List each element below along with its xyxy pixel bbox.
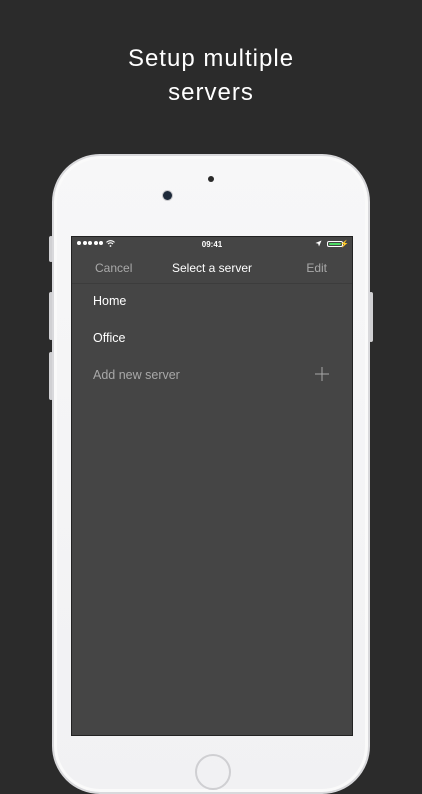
add-server-button[interactable]: Add new server xyxy=(72,358,352,395)
battery-level-fill xyxy=(329,243,341,245)
server-item-label: Office xyxy=(93,331,126,345)
server-list: Home Office Add new server xyxy=(72,284,352,395)
phone-screen: 09:41 ⚡ Cancel Select a server Edit Home… xyxy=(71,236,353,736)
home-button xyxy=(195,754,231,790)
server-item-home[interactable]: Home xyxy=(72,284,352,321)
front-camera xyxy=(163,191,172,200)
promo-headline: Setup multiple servers xyxy=(0,42,422,110)
server-item-label: Home xyxy=(93,294,127,308)
headline-line-2: servers xyxy=(168,79,254,106)
edit-button[interactable]: Edit xyxy=(306,261,327,275)
proximity-sensor xyxy=(208,176,214,182)
server-item-office[interactable]: Office xyxy=(72,321,352,358)
status-time: 09:41 xyxy=(201,240,223,249)
phone-frame: 09:41 ⚡ Cancel Select a server Edit Home… xyxy=(52,154,370,794)
add-server-label: Add new server xyxy=(93,368,180,382)
navigation-bar: Cancel Select a server Edit xyxy=(72,253,352,284)
charging-bolt-icon: ⚡ xyxy=(340,241,349,248)
plus-icon[interactable] xyxy=(315,367,329,381)
location-arrow-icon xyxy=(315,240,322,247)
headline-line-1: Setup multiple xyxy=(127,45,295,72)
status-bar: 09:41 ⚡ xyxy=(72,237,352,253)
